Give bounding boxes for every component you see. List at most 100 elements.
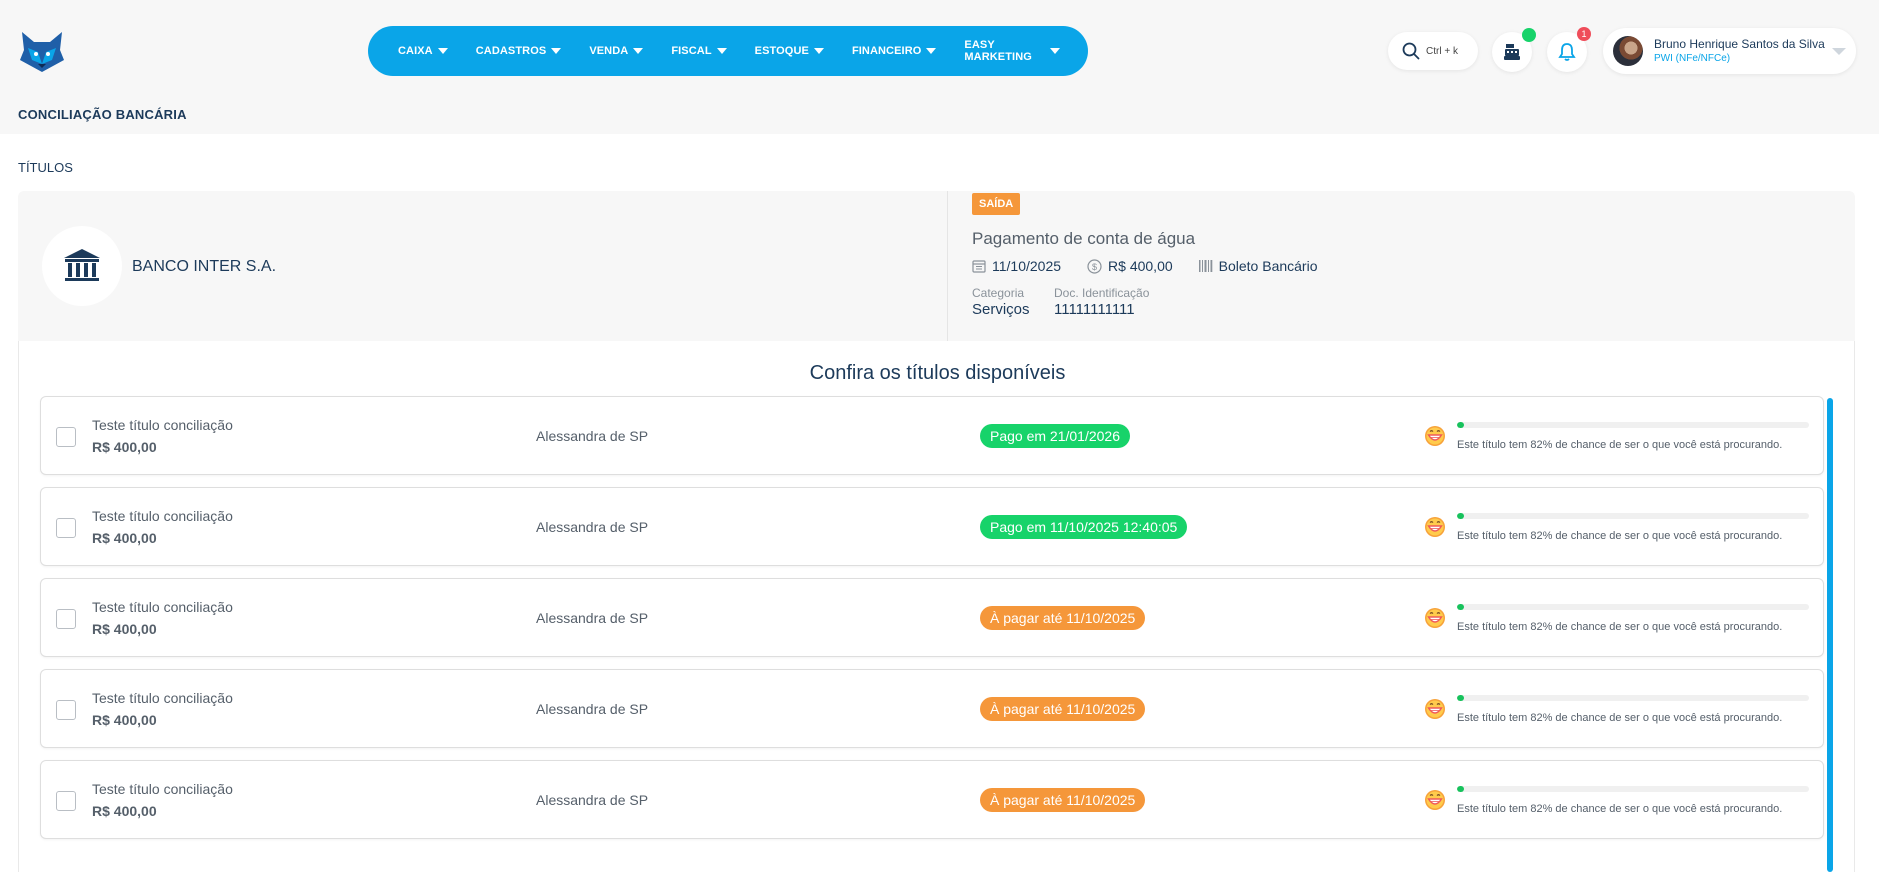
cash-register-icon <box>1504 44 1520 60</box>
avatar <box>1613 36 1643 66</box>
nav-label: CADASTROS <box>475 45 547 57</box>
chevron-down-icon <box>633 48 644 54</box>
notification-count-badge: 1 <box>1577 27 1591 41</box>
chevron-down-icon <box>716 48 727 54</box>
title-row[interactable]: Teste título conciliação R$ 400,00 Aless… <box>40 760 1824 839</box>
select-checkbox[interactable] <box>56 518 76 538</box>
title-amount: R$ 400,00 <box>92 803 157 819</box>
money-icon: $ <box>1087 258 1102 274</box>
user-name: Bruno Henrique Santos da Silva <box>1654 37 1825 51</box>
select-checkbox[interactable] <box>56 427 76 447</box>
transaction-method: Boleto Bancário <box>1198 258 1317 274</box>
grinning-emoji-icon <box>1425 608 1445 628</box>
category-label: Categoria <box>972 286 1025 300</box>
main-nav: CAIXA CADASTROS VENDA FISCAL ESTOQUE FIN… <box>368 26 1088 76</box>
chevron-down-icon <box>1050 48 1060 54</box>
transaction-date-value: 11/10/2025 <box>992 258 1062 274</box>
doc-label: Doc. Identificação <box>1054 286 1150 300</box>
title-row[interactable]: Teste título conciliação R$ 400,00 Aless… <box>40 396 1824 475</box>
search-shortcut: Ctrl + k <box>1426 45 1458 57</box>
bell-icon <box>1558 43 1576 61</box>
titles-panel: Confira os títulos disponíveis Teste tít… <box>18 341 1855 872</box>
nav-caixa[interactable]: CAIXA <box>398 45 448 57</box>
svg-text:$: $ <box>1092 262 1097 272</box>
title-amount: R$ 400,00 <box>92 530 157 546</box>
chance-text: Este título tem 82% de chance de ser o q… <box>1457 439 1783 451</box>
doc-value: 11111111111 <box>1054 301 1135 318</box>
title-person: Alessandra de SP <box>536 519 649 535</box>
nav-financeiro[interactable]: FINANCEIRO <box>851 45 937 57</box>
chance-text: Este título tem 82% de chance de ser o q… <box>1457 803 1783 815</box>
notifications-button[interactable]: 1 <box>1547 27 1591 72</box>
chance-progress-fill <box>1457 513 1465 519</box>
transaction-amount: $ R$ 400,00 <box>1087 258 1173 274</box>
bank-name: BANCO INTER S.A. <box>132 258 277 275</box>
transaction-type-badge: SAÍDA <box>972 193 1021 215</box>
select-checkbox[interactable] <box>56 791 76 811</box>
chance-progress-fill <box>1457 786 1465 792</box>
title-name: Teste título conciliação <box>92 599 233 615</box>
chevron-down-icon <box>551 48 562 54</box>
chevron-down-icon <box>1832 48 1846 55</box>
transaction-amount-value: R$ 400,00 <box>1108 258 1173 274</box>
nav-label: CAIXA <box>398 45 433 57</box>
grinning-emoji-icon <box>1425 426 1445 446</box>
nav-fiscal[interactable]: FISCAL <box>671 45 727 57</box>
search-icon <box>1402 42 1420 60</box>
transaction-description: Pagamento de conta de água <box>972 229 1196 248</box>
title-row[interactable]: Teste título conciliação R$ 400,00 Aless… <box>40 578 1824 657</box>
title-name: Teste título conciliação <box>92 417 233 433</box>
grinning-emoji-icon <box>1425 790 1445 810</box>
chance-progress-bar <box>1457 604 1809 610</box>
title-amount: R$ 400,00 <box>92 621 157 637</box>
chevron-down-icon <box>813 48 824 54</box>
chance-progress-fill <box>1457 422 1465 428</box>
chance-text: Este título tem 82% de chance de ser o q… <box>1457 621 1783 633</box>
chance-progress-bar <box>1457 422 1809 428</box>
status-badge: À pagar até 11/10/2025 <box>980 697 1146 721</box>
grinning-emoji-icon <box>1425 517 1445 537</box>
title-person: Alessandra de SP <box>536 428 649 444</box>
chevron-down-icon <box>926 48 937 54</box>
summary-divider <box>947 191 948 341</box>
status-badge: À pagar até 11/10/2025 <box>980 788 1146 812</box>
search-button[interactable]: Ctrl + k <box>1388 32 1478 70</box>
chance-progress-fill <box>1457 695 1465 701</box>
nav-cadastros[interactable]: CADASTROS <box>476 45 562 57</box>
title-name: Teste título conciliação <box>92 508 233 524</box>
user-role: PWI (NFe/NFCe) <box>1654 53 1731 64</box>
chance-progress-bar <box>1457 786 1809 792</box>
title-amount: R$ 400,00 <box>92 712 157 728</box>
status-badge: Pago em 21/01/2026 <box>980 424 1130 448</box>
nav-estoque[interactable]: ESTOQUE <box>755 45 824 57</box>
transaction-date: 11/10/2025 <box>972 258 1061 274</box>
calendar-icon <box>972 260 986 273</box>
nav-label: VENDA <box>589 45 629 57</box>
nav-venda[interactable]: VENDA <box>589 45 644 57</box>
nav-label: EASY MARKETING <box>964 39 1032 63</box>
bank-icon <box>64 249 100 281</box>
nav-easy-marketing[interactable]: EASY MARKETING <box>964 39 1060 63</box>
transaction-meta: 11/10/2025 $ R$ 400,00 Boleto Bancário <box>972 258 1343 274</box>
nav-label: FINANCEIRO <box>851 45 922 57</box>
chevron-down-icon <box>437 48 448 54</box>
select-checkbox[interactable] <box>56 609 76 629</box>
page-title: CONCILIAÇÃO BANCÁRIA <box>18 107 187 122</box>
cash-register-button[interactable] <box>1492 28 1536 72</box>
nav-label: ESTOQUE <box>754 45 809 57</box>
fox-logo-icon[interactable] <box>18 30 66 74</box>
title-row[interactable]: Teste título conciliação R$ 400,00 Aless… <box>40 487 1824 566</box>
select-checkbox[interactable] <box>56 700 76 720</box>
status-badge: À pagar até 11/10/2025 <box>980 606 1146 630</box>
nav-label: FISCAL <box>671 45 712 57</box>
chance-progress-bar <box>1457 695 1809 701</box>
scrollbar[interactable] <box>1827 398 1833 872</box>
title-person: Alessandra de SP <box>536 610 649 626</box>
title-amount: R$ 400,00 <box>92 439 157 455</box>
title-row[interactable]: Teste título conciliação R$ 400,00 Aless… <box>40 669 1824 748</box>
section-title: TÍTULOS <box>18 160 73 175</box>
online-status-dot <box>1522 28 1536 42</box>
chance-text: Este título tem 82% de chance de ser o q… <box>1457 712 1783 724</box>
bank-avatar <box>42 226 122 306</box>
user-menu[interactable]: Bruno Henrique Santos da Silva PWI (NFe/… <box>1603 28 1856 74</box>
